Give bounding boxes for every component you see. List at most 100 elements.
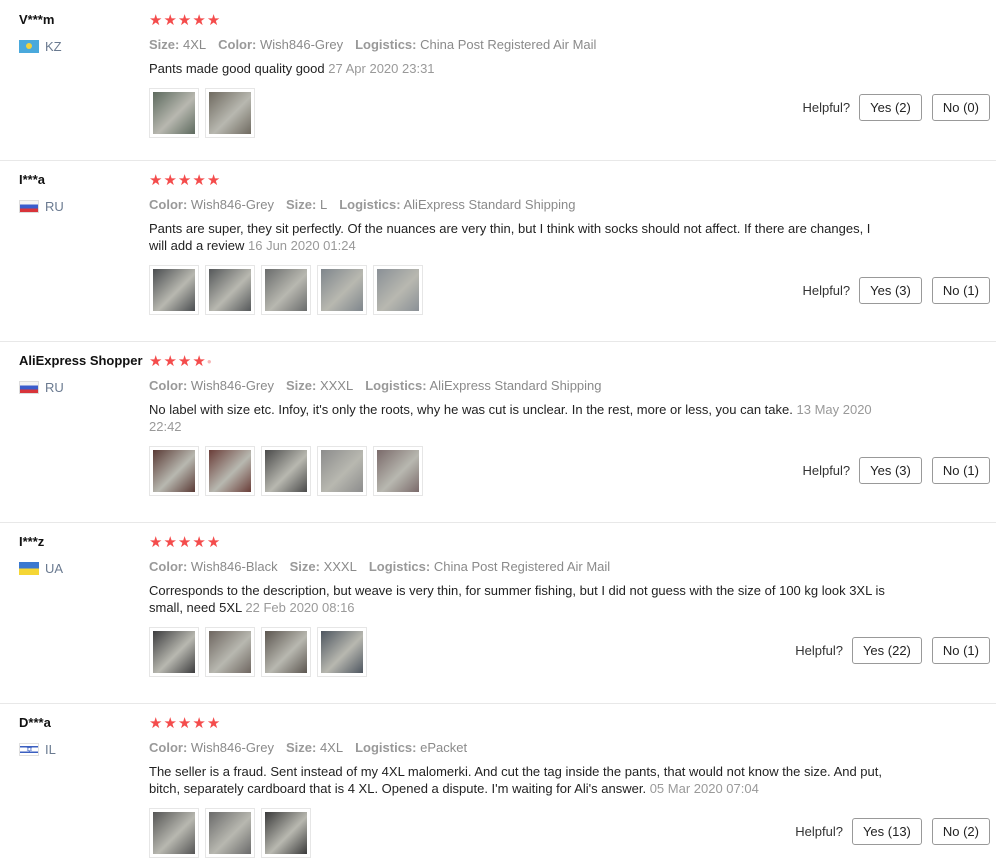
review-photo[interactable]	[317, 446, 367, 496]
meta-logistics-key: Logistics:	[339, 197, 401, 212]
helpful-controls: Helpful? Yes (2) No (0)	[802, 94, 990, 121]
helpful-controls: Helpful? Yes (13) No (2)	[795, 818, 990, 845]
review-photo[interactable]	[317, 265, 367, 315]
star-empty-icon: ●	[206, 357, 213, 367]
review-photo[interactable]	[205, 446, 255, 496]
reviewer-name: I***z	[19, 534, 45, 549]
review-photo[interactable]	[149, 627, 199, 677]
helpful-label: Helpful?	[795, 643, 843, 658]
star-filled-icon: ★	[163, 12, 178, 29]
helpful-yes-button[interactable]: Yes (2)	[859, 94, 922, 121]
star-filled-icon: ★	[177, 12, 193, 29]
helpful-label: Helpful?	[802, 463, 851, 478]
review-photo[interactable]	[149, 88, 199, 138]
meta-logistics-value: AliExpress Standard Shipping	[429, 378, 602, 393]
meta-size-value: 4XL	[182, 37, 207, 52]
review-text: Pants made good quality good 27 Apr 2020…	[149, 60, 889, 77]
review-photo[interactable]	[261, 808, 311, 858]
star-rating: ★★★★●	[149, 353, 909, 371]
review-list: V***m KZ ★★★★★ Size: 4XL Color: Wish846-G…	[0, 0, 1000, 858]
meta-color-key: Color:	[149, 197, 188, 212]
star-filled-icon: ★	[177, 353, 193, 370]
review-content: The seller is a fraud. Sent instead of m…	[149, 764, 882, 796]
helpful-no-button[interactable]: No (0)	[931, 94, 990, 121]
photo-thumbnail	[209, 450, 251, 492]
country-code: RU	[45, 380, 64, 395]
meta-size-value: XXXL	[323, 559, 357, 574]
star-filled-icon: ★	[206, 172, 222, 189]
review-photo[interactable]	[205, 808, 255, 858]
reviewer-name: I***a	[19, 172, 46, 187]
photo-thumbnail	[321, 450, 363, 492]
meta-logistics-key: Logistics:	[368, 559, 431, 574]
helpful-no-button[interactable]: No (1)	[931, 457, 990, 484]
order-details: Color: Wish846-Black Size: XXXL Logistics:…	[149, 559, 909, 574]
order-details: Size: 4XL Color: Wish846-Grey Logistics: C…	[149, 37, 909, 52]
helpful-label: Helpful?	[802, 100, 851, 115]
review-photo[interactable]	[373, 265, 423, 315]
star-filled-icon: ★	[163, 172, 178, 189]
star-filled-icon: ★	[192, 12, 207, 29]
reviewer-info: V***m KZ	[19, 12, 62, 54]
review-text: No label with size etc. Infoy, it's only…	[149, 401, 889, 435]
star-filled-icon: ★	[163, 534, 178, 551]
helpful-yes-button[interactable]: Yes (3)	[859, 277, 922, 304]
star-filled-icon: ★	[192, 534, 207, 551]
meta-size-key: Size:	[285, 197, 317, 212]
helpful-no-button[interactable]: No (2)	[931, 818, 990, 845]
review-photo[interactable]	[261, 627, 311, 677]
review-item: V***m KZ ★★★★★ Size: 4XL Color: Wish846-G…	[0, 0, 996, 161]
review-photo[interactable]	[149, 808, 199, 858]
meta-color-value: Wish846-Grey	[260, 37, 344, 52]
review-date: 27 Apr 2020 23:31	[328, 61, 435, 76]
photo-thumbnail	[265, 812, 307, 854]
star-filled-icon: ★	[192, 715, 207, 732]
meta-size-value: XXXL	[319, 378, 354, 393]
review-photos	[149, 265, 909, 315]
review-photos	[149, 88, 909, 138]
meta-logistics-value: China Post Registered Air Mail	[433, 559, 611, 574]
star-filled-icon: ★	[206, 12, 222, 29]
review-photo[interactable]	[261, 265, 311, 315]
helpful-label: Helpful?	[802, 283, 851, 298]
helpful-yes-button[interactable]: Yes (13)	[851, 818, 922, 845]
photo-thumbnail	[265, 450, 307, 492]
star-filled-icon: ★	[163, 353, 178, 370]
helpful-yes-button[interactable]: Yes (22)	[851, 637, 922, 664]
photo-thumbnail	[265, 269, 307, 311]
star-filled-icon: ★	[149, 12, 164, 29]
meta-size-value: 4XL	[319, 740, 344, 755]
reviewer-name: AliExpress Shopper	[19, 353, 143, 368]
meta-color-value: Wish846-Grey	[190, 378, 274, 393]
review-photo[interactable]	[261, 446, 311, 496]
review-photo[interactable]	[149, 446, 199, 496]
reviewer-name: V***m	[19, 12, 55, 27]
review-photo[interactable]	[373, 446, 423, 496]
photo-thumbnail	[377, 450, 419, 492]
meta-color-key: Color:	[149, 378, 188, 393]
star-filled-icon: ★	[177, 534, 193, 551]
review-text: Pants are super, they sit perfectly. Of …	[149, 220, 889, 254]
reviewer-name: D***a	[19, 715, 51, 730]
review-photo[interactable]	[205, 627, 255, 677]
star-filled-icon: ★	[192, 353, 207, 370]
review-photo[interactable]	[205, 88, 255, 138]
star-rating: ★★★★★	[149, 715, 909, 733]
helpful-no-button[interactable]: No (1)	[931, 277, 990, 304]
reviewer-country: RU	[19, 199, 64, 214]
meta-color-key: Color:	[149, 740, 188, 755]
meta-size-value: L	[319, 197, 328, 212]
meta-color-key: Color:	[218, 37, 257, 52]
review-photo[interactable]	[317, 627, 367, 677]
review-photo[interactable]	[149, 265, 199, 315]
helpful-controls: Helpful? Yes (3) No (1)	[802, 457, 990, 484]
country-code: RU	[45, 199, 64, 214]
review-item: I***z UA ★★★★★ Color: Wish846-Black Size:…	[0, 522, 996, 704]
review-item: D***a IL ★★★★★ Color: Wish846-GreySize: …	[0, 703, 996, 858]
reviewer-country: UA	[19, 561, 63, 576]
review-photo[interactable]	[205, 265, 255, 315]
meta-logistics-key: Logistics:	[355, 740, 417, 755]
helpful-yes-button[interactable]: Yes (3)	[859, 457, 922, 484]
meta-logistics-value: China Post Registered Air Mail	[420, 37, 597, 52]
helpful-no-button[interactable]: No (1)	[931, 637, 990, 664]
